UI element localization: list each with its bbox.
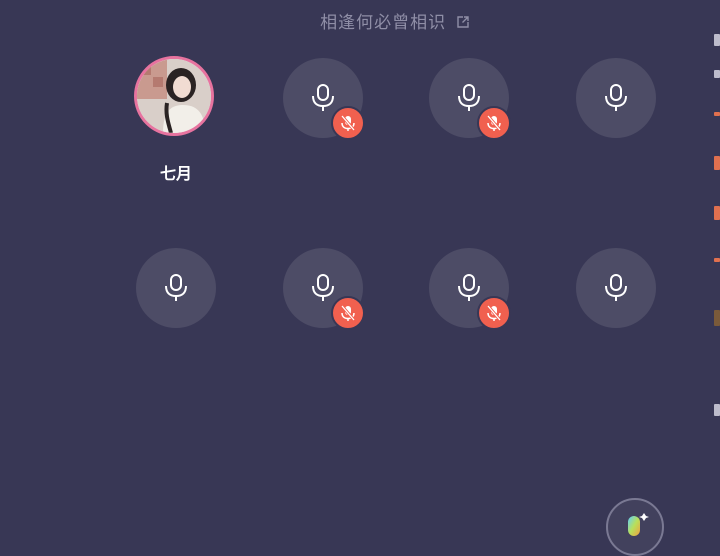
seat-8[interactable]: [576, 248, 656, 328]
room-title[interactable]: 相逢何必曾相识: [0, 8, 720, 34]
chat-fragment: [714, 156, 720, 170]
mute-badge: [477, 296, 511, 330]
chat-fragment: [714, 112, 720, 116]
mute-badge: [331, 106, 365, 140]
seat-4[interactable]: [576, 58, 656, 138]
seat-5[interactable]: [136, 248, 216, 328]
chat-panel-edge: [712, 0, 720, 540]
mic-off-icon: [340, 115, 356, 131]
avatar: [137, 59, 211, 133]
seat-2[interactable]: [283, 58, 365, 140]
microphone-icon: [605, 84, 627, 111]
voice-mic-icon: [628, 513, 649, 536]
chat-fragment: [714, 404, 720, 416]
chat-fragment: [714, 258, 720, 262]
mic-off-icon: [340, 305, 356, 321]
chat-fragment: [714, 34, 720, 46]
seat-6[interactable]: [283, 248, 365, 330]
microphone-icon: [458, 84, 480, 111]
room-title-text: 相逢何必曾相识: [320, 13, 447, 32]
chat-fragment: [714, 70, 720, 78]
seat-7[interactable]: [429, 248, 511, 330]
mic-off-icon: [486, 115, 502, 131]
voice-input-button[interactable]: [606, 498, 664, 556]
chat-fragment: [714, 206, 720, 220]
microphone-icon: [312, 84, 334, 111]
mute-badge: [477, 106, 511, 140]
microphone-icon: [312, 274, 334, 301]
microphone-icon: [458, 274, 480, 301]
microphone-icon: [165, 274, 187, 301]
microphone-icon: [605, 274, 627, 301]
external-link-icon: [456, 14, 470, 34]
chat-fragment: [714, 310, 720, 326]
mute-badge: [331, 296, 365, 330]
mic-off-icon: [486, 305, 502, 321]
seat-1-name: 七月: [159, 166, 192, 183]
seat-3[interactable]: [429, 58, 511, 140]
seat-1-host-avatar[interactable]: [134, 56, 214, 136]
